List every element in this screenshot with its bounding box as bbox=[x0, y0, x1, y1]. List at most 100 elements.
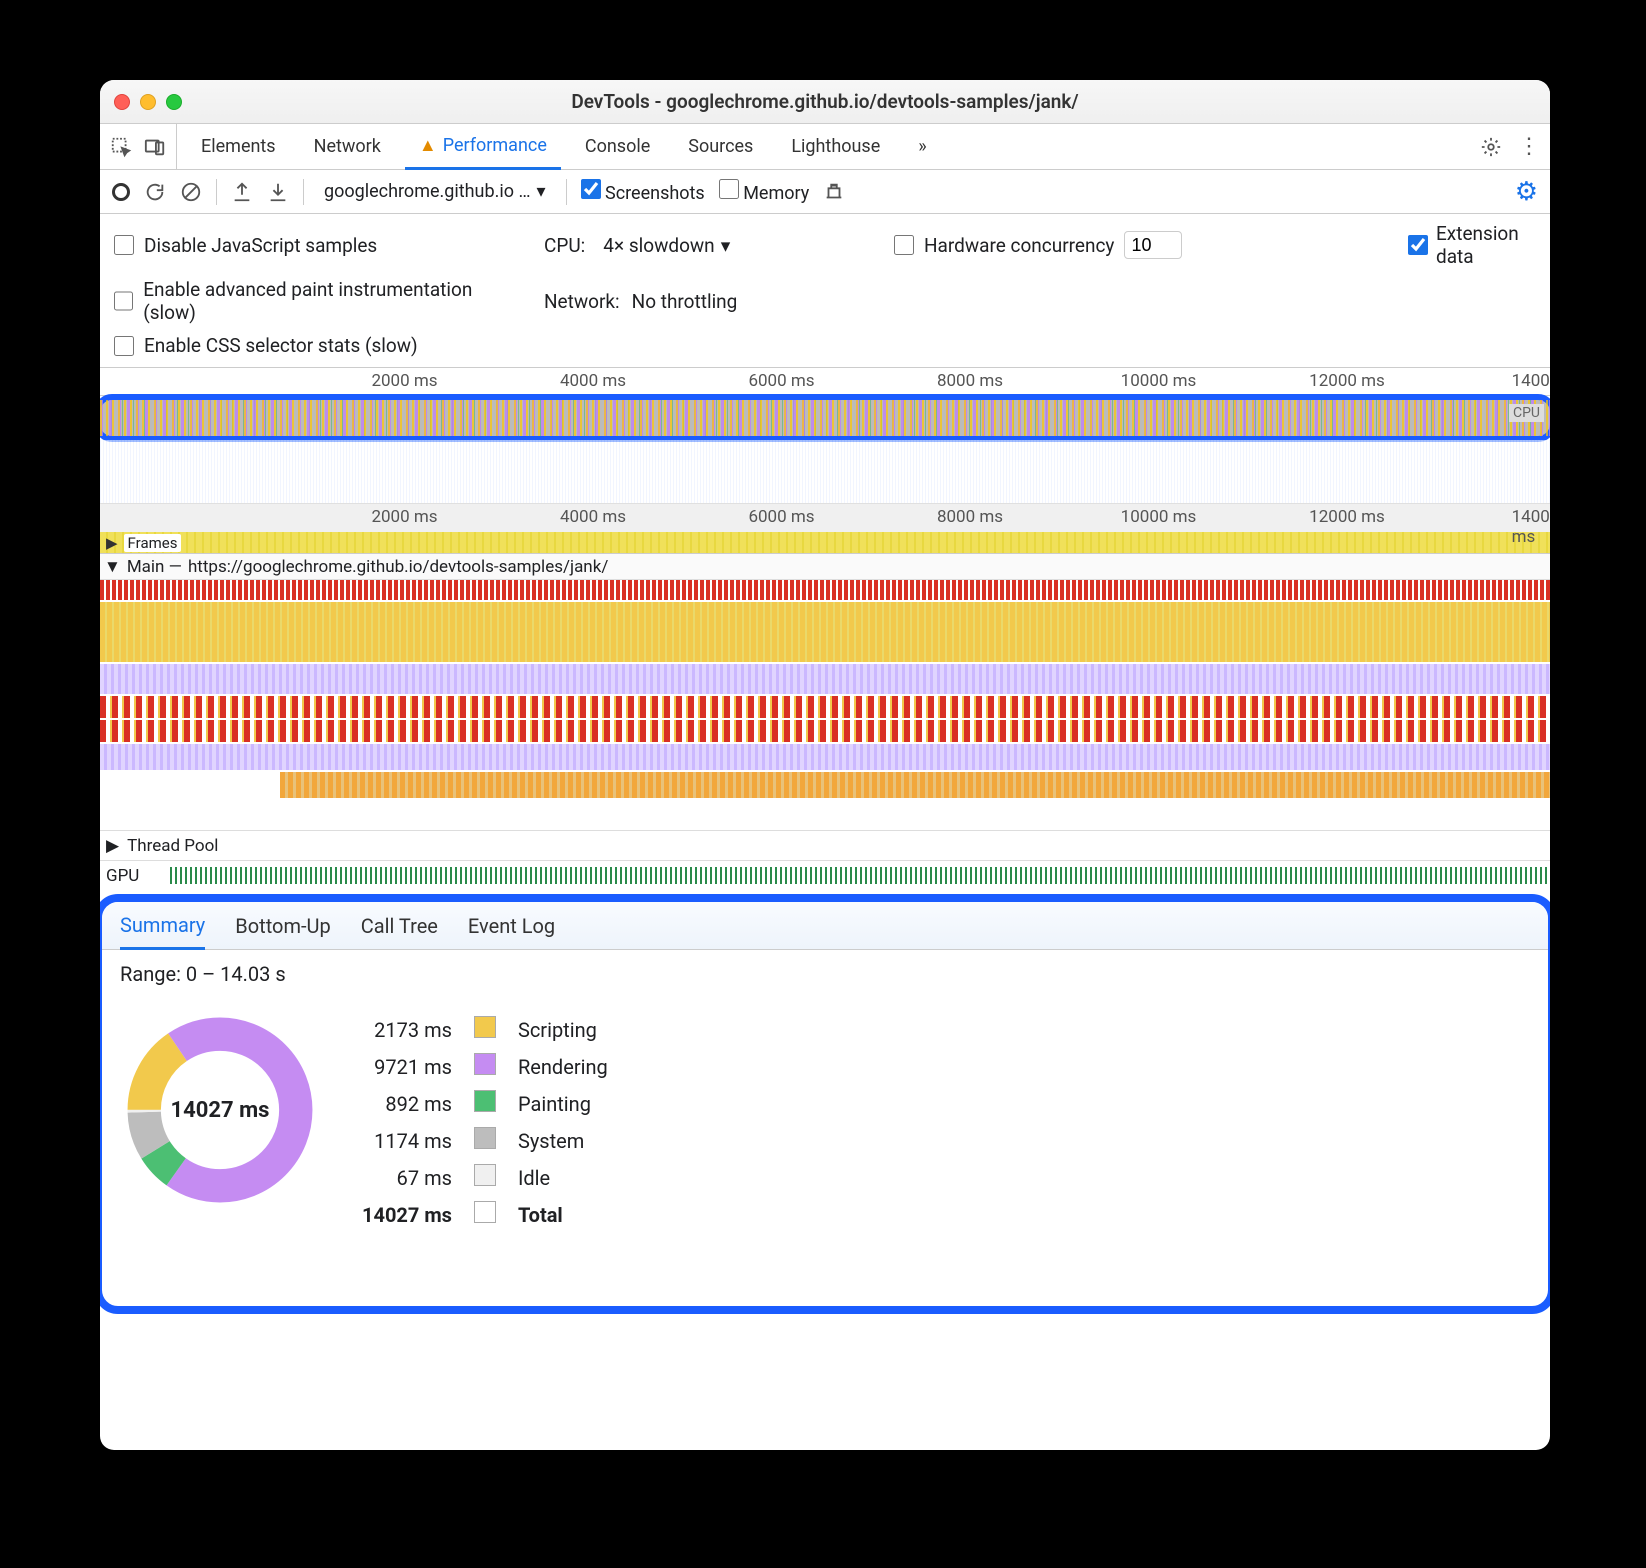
tab-bottom-up[interactable]: Bottom-Up bbox=[235, 904, 330, 948]
legend-row: 1174 msSystem bbox=[352, 1123, 618, 1158]
tab-summary[interactable]: Summary bbox=[120, 903, 205, 950]
tab-call-tree[interactable]: Call Tree bbox=[361, 904, 438, 948]
main-thread-flamechart[interactable] bbox=[100, 580, 1550, 830]
paint-instrumentation-checkbox[interactable]: Enable advanced paint instrumentation (s… bbox=[114, 278, 514, 324]
legend-swatch bbox=[474, 1127, 496, 1149]
checkbox-label: Enable advanced paint instrumentation (s… bbox=[143, 278, 514, 324]
record-button[interactable] bbox=[112, 183, 130, 201]
track-label: Thread Pool bbox=[127, 836, 218, 856]
devtools-window: DevTools - googlechrome.github.io/devtoo… bbox=[100, 80, 1550, 1450]
dropdown-value: 4× slowdown bbox=[603, 234, 714, 257]
tab-label: Performance bbox=[443, 135, 547, 156]
chevron-down-icon: ▾ bbox=[536, 181, 545, 202]
legend-ms: 9721 ms bbox=[352, 1049, 462, 1084]
ruler-tick: 6000 ms bbox=[748, 507, 814, 527]
warning-icon: ▲ bbox=[419, 135, 437, 156]
clear-icon[interactable] bbox=[180, 181, 202, 203]
tabs-overflow[interactable]: » bbox=[904, 124, 940, 169]
summary-donut-chart: 14027 ms bbox=[120, 1010, 320, 1210]
legend-swatch bbox=[474, 1090, 496, 1112]
legend-row: 2173 msScripting bbox=[352, 1012, 618, 1047]
frames-track-header[interactable]: ▶ Frames bbox=[100, 532, 1550, 554]
hardware-concurrency-checkbox[interactable]: Hardware concurrency bbox=[894, 231, 1182, 259]
cpu-throttle-dropdown[interactable]: 4× slowdown ▾ bbox=[597, 232, 736, 259]
overflow-icon: » bbox=[918, 136, 926, 157]
expand-arrow-icon: ▶ bbox=[106, 534, 118, 552]
css-selector-stats-checkbox[interactable]: Enable CSS selector stats (slow) bbox=[114, 334, 514, 357]
screenshots-checkbox[interactable]: Screenshots bbox=[581, 179, 705, 204]
cpu-strip-label: CPU bbox=[1509, 404, 1544, 422]
donut-center-total: 14027 ms bbox=[120, 1010, 320, 1210]
track-label: GPU bbox=[106, 866, 139, 886]
ruler-tick: 6000 ms bbox=[748, 371, 814, 391]
panel-tabstrip: Elements Network ▲ Performance Console So… bbox=[100, 124, 1550, 170]
checkbox-label: Enable CSS selector stats (slow) bbox=[144, 334, 418, 357]
tab-console[interactable]: Console bbox=[571, 124, 664, 169]
upload-profile-icon[interactable] bbox=[231, 181, 253, 203]
legend-name: Scripting bbox=[508, 1012, 618, 1047]
legend-row: 9721 ms Rendering bbox=[352, 1049, 618, 1084]
legend-swatch bbox=[474, 1016, 496, 1038]
download-profile-icon[interactable] bbox=[267, 181, 289, 203]
tab-lighthouse[interactable]: Lighthouse bbox=[777, 124, 894, 169]
reload-record-icon[interactable] bbox=[144, 181, 166, 203]
memory-checkbox[interactable]: Memory bbox=[719, 179, 810, 204]
capture-settings: Disable JavaScript samples CPU: 4× slowd… bbox=[100, 214, 1550, 368]
tab-sources[interactable]: Sources bbox=[674, 124, 767, 169]
performance-toolbar: googlechrome.github.io …▾ Screenshots Me… bbox=[100, 170, 1550, 214]
ruler-tick: 4000 ms bbox=[560, 371, 626, 391]
tab-label: Lighthouse bbox=[791, 136, 880, 157]
ruler-tick: 12000 ms bbox=[1309, 507, 1385, 527]
main-thread-url: https://googlechrome.github.io/devtools-… bbox=[188, 557, 608, 577]
ruler-tick: 8000 ms bbox=[937, 371, 1003, 391]
tab-event-log[interactable]: Event Log bbox=[468, 904, 555, 948]
expand-arrow-icon: ▶ bbox=[106, 836, 119, 856]
disable-js-samples-checkbox[interactable]: Disable JavaScript samples bbox=[114, 234, 514, 257]
network-value: No throttling bbox=[632, 290, 738, 313]
legend-name: System bbox=[508, 1123, 618, 1158]
legend-name: Painting bbox=[508, 1086, 618, 1121]
cpu-overview-strip[interactable]: CPU bbox=[100, 394, 1550, 442]
legend-swatch bbox=[474, 1201, 496, 1223]
checkbox-label: Disable JavaScript samples bbox=[144, 234, 377, 257]
gpu-track[interactable]: GPU bbox=[100, 860, 1550, 890]
flamechart-ruler[interactable]: 2000 ms4000 ms6000 ms8000 ms10000 ms1200… bbox=[100, 504, 1550, 532]
legend-name: Total bbox=[508, 1197, 618, 1232]
legend-swatch bbox=[474, 1164, 496, 1186]
capture-settings-gear-icon[interactable]: ⚙ bbox=[1515, 177, 1538, 207]
main-track-header[interactable]: ▼ Main — https://googlechrome.github.io/… bbox=[100, 554, 1550, 580]
overview-ruler[interactable]: 2000 ms 4000 ms 6000 ms 8000 ms 10000 ms 1200… bbox=[100, 368, 1550, 396]
legend-row: 67 msIdle bbox=[352, 1160, 618, 1195]
hardware-concurrency-input[interactable] bbox=[1124, 231, 1182, 259]
target-dropdown[interactable]: googlechrome.github.io …▾ bbox=[318, 179, 552, 204]
screenshots-filmstrip[interactable] bbox=[100, 440, 1550, 504]
ruler-tick: 2000 ms bbox=[371, 507, 437, 527]
details-tabstrip: Summary Bottom-Up Call Tree Event Log bbox=[102, 902, 1548, 950]
tab-label: Elements bbox=[201, 136, 276, 157]
kebab-menu-icon[interactable]: ⋮ bbox=[1518, 134, 1540, 159]
tab-performance[interactable]: ▲ Performance bbox=[405, 125, 561, 170]
device-toolbar-icon[interactable] bbox=[144, 136, 166, 158]
ruler-tick: 10000 ms bbox=[1121, 371, 1197, 391]
collapse-arrow-icon: ▼ bbox=[104, 557, 121, 577]
legend-total-row: 14027 ms Total bbox=[352, 1197, 618, 1232]
tab-elements[interactable]: Elements bbox=[187, 124, 290, 169]
settings-gear-icon[interactable] bbox=[1480, 136, 1502, 158]
thread-pool-track-header[interactable]: ▶ Thread Pool bbox=[100, 830, 1550, 860]
tab-network[interactable]: Network bbox=[300, 124, 395, 169]
range-label: Range: 0 – 14.03 s bbox=[120, 962, 1530, 986]
inspect-element-icon[interactable] bbox=[110, 136, 132, 158]
tab-label: Sources bbox=[688, 136, 753, 157]
legend-ms: 14027 ms bbox=[352, 1197, 462, 1232]
chevron-down-icon: ▾ bbox=[721, 234, 731, 257]
ruler-tick: 10000 ms bbox=[1121, 507, 1197, 527]
track-label: Frames bbox=[124, 534, 182, 552]
garbage-collect-icon[interactable] bbox=[823, 181, 845, 203]
legend-name: Rendering bbox=[508, 1049, 618, 1084]
ruler-tick: 12000 ms bbox=[1309, 371, 1385, 391]
checkbox-label: Extension data bbox=[1436, 222, 1536, 268]
details-pane: Summary Bottom-Up Call Tree Event Log Ra… bbox=[100, 894, 1550, 1314]
extension-data-checkbox[interactable] bbox=[1408, 235, 1428, 255]
ruler-tick: 14000 ms bbox=[1512, 507, 1550, 547]
ruler-tick: 2000 ms bbox=[371, 371, 437, 391]
